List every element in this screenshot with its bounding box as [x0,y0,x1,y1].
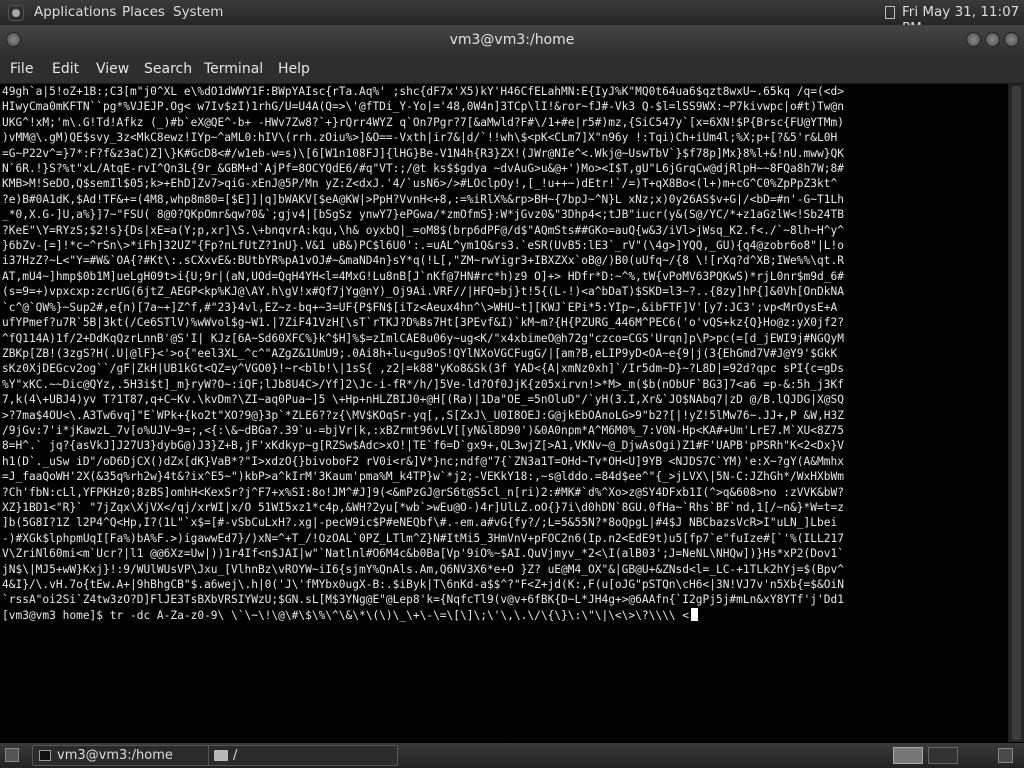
terminal-line: h1(D`._uSw iD"/oD6DjCX()dZx[dK}VaB*?"I>x… [2,454,844,468]
top-panel: Applications Places System Fri May 31, 1… [0,0,1024,36]
terminal-line: ?e)B#0A1dK,$Ad!TF&+=(4M8,whp8m80=[$E]]|q… [2,192,844,206]
applications-menu[interactable]: Applications [34,4,116,20]
terminal-line: ufYPmef?u7R`5B|3kt(/Ce6STlV)%wWvol$g~W1.… [2,316,844,330]
taskbar-terminal-window[interactable]: vm3@vm3:/home [32,745,222,766]
terminal-line: [vm3@vm3 home]$ tr -dc A-Za-z0-9\ \`\~\!… [2,607,1008,623]
menu-help[interactable]: Help [278,61,310,77]
taskbar-folder-window[interactable]: / [208,745,398,766]
terminal-line: =J_faaQoWH'2X(&35q%rh2w}4t&?ix^E5~")kbP>… [2,470,844,484]
terminal-line: _*0,X.G-]U,a%}]7~"FSU( 8@0?QKpOmr&qw?0&`… [2,208,844,222]
menu-search[interactable]: Search [144,61,192,77]
menu-view[interactable]: View [96,61,129,77]
terminal-line: AT,mU4~]hmp$0b1M]ueLgH09t>i{U;9r|(aN,UOd… [2,269,844,283]
workspace-2[interactable] [928,747,958,764]
terminal-line: 7,k(4\+UBJ4)yv T?1T87,q+C~Kv.\kvDm?\ZI~a… [2,393,844,407]
workspace-1[interactable] [893,747,923,764]
terminal-line: i37HzZ?~L<"Y=#W&`OA{?#Kt\:.sCXxvE&:BUtbY… [2,254,844,268]
window-titlebar[interactable]: vm3@vm3:/home [0,25,1024,55]
network-icon[interactable] [885,6,895,19]
menu-terminal[interactable]: Terminal [204,61,263,77]
terminal-line: %Y"xKC.~~Dic@QYz,.5H3i$t]_m}ryW?O~:iQF;l… [2,377,844,391]
show-desktop-icon[interactable] [5,748,19,762]
scrollbar-thumb[interactable] [1012,86,1021,740]
terminal-line: 8=H^.` jq?{asVkJ]J27U3}dybG@)J3}Z+B,jF'x… [2,439,844,453]
terminal-line: 49gh`a|5!oZ+1B:;C3[m"j0^XL e\%dO1dWWY1F:… [2,85,844,98]
window-title: vm3@vm3:/home [449,32,575,48]
menu-edit[interactable]: Edit [52,61,79,77]
terminal-line: /9jGv:7'i*jKawzL_7v[o%UJV~9=;,<{:\&~dBGa… [2,423,844,437]
terminal-line: >?7ma$4OU<\.A3Tw6vq]"E`WPk+{ko2t"XO?9@}3… [2,408,844,422]
maximize-button[interactable] [985,32,1000,47]
terminal-line: HIwyCma0mKFTN``pg*%VJEJP.Og< w7Iv$zI)1rh… [2,100,844,114]
terminal-line: ^fQ114A)1f/2+DdKqQzrLnnB'@S'I| KJz[6A~Sd… [2,331,844,345]
terminal-line: V\ZriNl60mi<m`Ucr?|l1 @@6Xz=Uw|))1r4If<n… [2,547,844,561]
terminal-line: sKz0XjDEGcv2og``/gF|ZkH|UB1kGt<QZ=y^VGO0… [2,362,844,376]
terminal-line: -)#XGk$lphpmUqI[Fa%)bA%F.>)igawwEd7}/)xN… [2,531,844,545]
terminal-line: )vMM@\.gM)QE$svy_3z<MkC8ewz!IYp~^aML0:hI… [2,131,838,145]
terminal-line: UKG^!xM;'m\.G!Td!Afkz (_)#b`eX@QE^-b+ -H… [2,115,844,129]
terminal-line: ?KeE"\Y=RYzS;$2!s}{Ds|xE=a(Y;p,xr]\S.\+b… [2,223,844,237]
taskbar-terminal-label: vm3@vm3:/home [57,748,173,763]
text-cursor [691,607,699,621]
terminal-line: }6bZv-[=]!*c~^rSn\>*iFh]32UZ"{Fp?nLfUtZ?… [2,239,844,253]
terminal-line: `rssA"oi2Si`Z4tw3zO?D]FlJE3TsBXbVRSIYWzU… [2,593,844,607]
terminal-line: XZ}1BD1<"R}` "7jZqx\XjVX</qj/xrWI|x/O 51… [2,500,844,514]
places-menu[interactable]: Places [122,4,165,20]
applications-icon[interactable] [8,5,24,21]
taskbar: vm3@vm3:/home / [0,743,1024,768]
menubar: File Edit View Search Terminal Help [0,55,1024,84]
terminal-line: `c^@`QW%}~Sup2#,e{n)[7a~+]Z^f,#"23}4vl,E… [2,300,838,314]
terminal-line: ?Ch'fbN:cLl,YFPKHz0;8zBS]omhH<KexSr?j^F7… [2,485,844,499]
terminal-line: KMB>M!SeDO,Q$semIl$05;k>+EhD]Zv7>qiG-xEn… [2,177,838,191]
terminal-text: 49gh`a|5!oZ+1B:;C3[m"j0^XL e\%dO1dWWY1F:… [0,84,1008,623]
terminal-line: ZBKp[ZB!(3zgS?H(.U|@lF}<'>o{"eel3XL_^c^"… [2,346,838,360]
folder-icon [214,750,228,761]
terminal-line: =G~P22v^=}7*:F?f&z3aC)Z]\}K#GcD8<#/w1eb-… [2,146,844,160]
close-button[interactable] [1004,32,1019,47]
menu-file[interactable]: File [10,61,33,77]
minimize-button[interactable] [966,32,981,47]
terminal-line: 4&I}/\.vH.7o{tEw.A+|9hBhgCB"$.a6wej\.h|0… [2,578,844,591]
terminal-line: ]b(5G8I?1Z l2P4^Q<Hp,I?(1L"`x$=[#-vSbCuL… [2,516,838,530]
terminal-line: (s=9=+)vpxcxp:zcrUG(6jtZ_AEGP<kp%KJ@\AY.… [2,285,844,299]
taskbar-folder-label: / [233,748,238,763]
terminal-line: N`6R.!}S?%t"xL/AtqE-rvI^Qn3L{9r_&GBM+d`A… [2,162,844,176]
terminal-icon [39,750,51,761]
terminal-line: jN$\|MJ5+wW}Kxj}!:9/WUlWUsVP\Jxu_[VlhnBz… [2,562,844,576]
terminal-scrollbar[interactable] [1008,84,1024,742]
trash-icon[interactable] [998,748,1013,763]
terminal-output[interactable]: 49gh`a|5!oZ+1B:;C3[m"j0^XL e\%dO1dWWY1F:… [0,84,1008,742]
system-menu[interactable]: System [173,4,223,20]
